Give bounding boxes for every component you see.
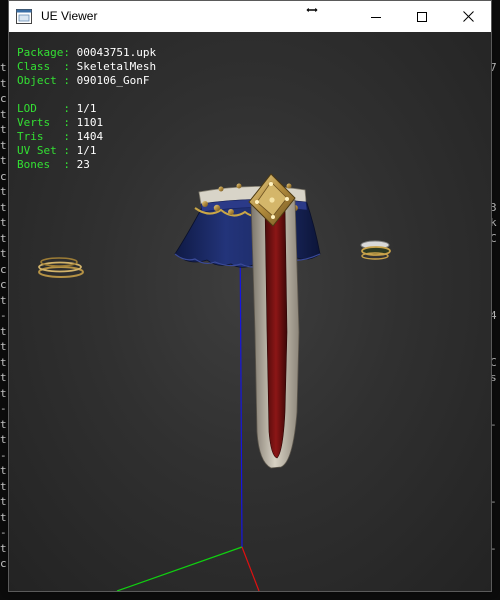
axis-z-line [239, 221, 243, 548]
info-value: 1/1 [76, 102, 97, 115]
ue-viewer-window[interactable]: UE Viewer Package: 00043751.upk Class: … [8, 0, 492, 592]
window-title: UE Viewer [41, 9, 98, 23]
info-separator: : [63, 102, 77, 115]
maximize-icon [417, 11, 427, 22]
skirt-mesh [174, 183, 321, 269]
info-key: UV Set [17, 144, 64, 157]
info-row: Object : 090106_GonF [17, 74, 156, 88]
info-row: Package: 00043751.upk [17, 46, 156, 60]
axis-x-line [241, 546, 260, 591]
info-key: LOD [17, 102, 64, 115]
info-separator: : [63, 158, 77, 171]
close-icon [462, 11, 474, 22]
info-separator: : [63, 144, 77, 157]
info-separator: : [63, 60, 77, 73]
axis-gizmo [116, 221, 260, 591]
info-separator: : [63, 74, 77, 87]
app-icon [16, 9, 32, 24]
info-value: SkeletalMesh [76, 60, 157, 73]
minimize-button[interactable] [353, 1, 399, 32]
minimize-icon [371, 16, 381, 18]
close-button[interactable] [445, 1, 491, 32]
info-separator: : [63, 116, 77, 129]
axis-y-line [116, 546, 243, 591]
info-row: LOD : 1/1 [17, 102, 156, 116]
info-row: UV Set : 1/1 [17, 144, 156, 158]
info-row: Bones : 23 [17, 158, 156, 172]
info-key: Object [17, 74, 64, 87]
info-key: Class [17, 60, 64, 73]
info-value: 1101 [76, 116, 104, 129]
info-value: 00043751.upk [76, 46, 157, 59]
info-separator: : [63, 130, 77, 143]
info-row: Class : SkeletalMesh [17, 60, 156, 74]
info-value: 1/1 [76, 144, 97, 157]
info-value: 1404 [76, 130, 104, 143]
right-bracelet [360, 240, 391, 260]
maximize-button[interactable] [399, 1, 445, 32]
info-gap [17, 88, 156, 102]
info-row: Tris : 1404 [17, 130, 156, 144]
title-bar[interactable]: UE Viewer [9, 1, 491, 32]
info-key: Tris [17, 130, 64, 143]
mesh-info-panel: Package: 00043751.upk Class : SkeletalMes… [17, 46, 156, 172]
tabard-mesh [250, 199, 300, 469]
info-key: Bones [17, 158, 64, 171]
info-row: Verts : 1101 [17, 116, 156, 130]
resize-cursor-icon [305, 6, 319, 14]
info-key: Package [17, 46, 64, 59]
3d-viewport[interactable]: Package: 00043751.upk Class : SkeletalMes… [9, 32, 491, 591]
left-bracelet [38, 257, 84, 278]
info-separator: : [63, 46, 77, 59]
info-key: Verts [17, 116, 64, 129]
info-value: 23 [76, 158, 90, 171]
info-value: 090106_GonF [76, 74, 150, 87]
